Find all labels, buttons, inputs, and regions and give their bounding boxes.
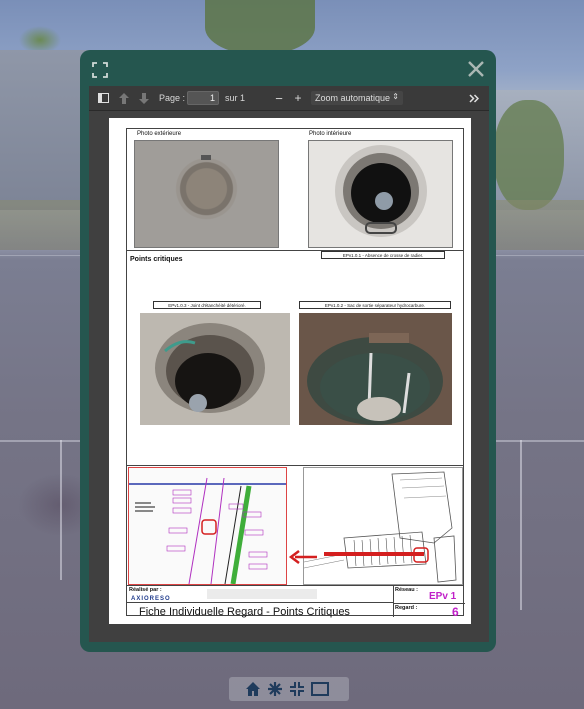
background-tree <box>494 100 564 210</box>
critical-points-title: Points critiques <box>130 256 183 263</box>
page-label: Page : <box>159 93 186 103</box>
regard-label: Regard : <box>395 605 418 611</box>
reseau-label: Réseau : <box>395 587 418 593</box>
blurred-address <box>207 589 317 599</box>
footer-divider <box>393 603 465 604</box>
window-icon[interactable] <box>311 682 329 696</box>
footer-divider <box>127 602 393 603</box>
location-plan <box>303 467 463 585</box>
zoom-select-value: Zoom automatique <box>315 93 391 103</box>
next-page-button[interactable] <box>137 90 151 106</box>
tools-button[interactable] <box>467 90 481 106</box>
photo-exterior <box>134 140 279 248</box>
sidebar-icon <box>97 93 109 103</box>
pdf-page: Photo extérieure Photo intérieure Points… <box>109 118 471 624</box>
view-controls <box>229 677 349 701</box>
home-icon[interactable] <box>245 681 261 697</box>
photo-critical-ep2 <box>299 313 452 425</box>
critical-label-ep3: EPv1.0.3 - Joint d'étanchéité détérioré. <box>153 301 261 309</box>
photo-exterior-label: Photo extérieure <box>137 131 182 137</box>
page-number-input[interactable] <box>187 91 219 105</box>
sidebar-toggle-button[interactable] <box>95 90 111 106</box>
background-tree <box>205 0 315 55</box>
sheet-title: Fiche Individuelle Regard - Points Criti… <box>139 606 350 618</box>
road-marking <box>60 440 62 580</box>
inspection-sheet: Photo extérieure Photo intérieure Points… <box>126 128 465 619</box>
close-icon[interactable] <box>466 59 486 79</box>
asterisk-icon[interactable] <box>267 681 283 697</box>
arrow-up-icon <box>119 92 129 104</box>
reseau-value: EPv 1 <box>429 591 457 602</box>
photo-interior <box>308 140 453 248</box>
double-chevron-right-icon <box>469 93 479 103</box>
previous-page-button[interactable] <box>117 90 131 106</box>
network-plan <box>128 467 287 585</box>
zoom-out-button[interactable]: − <box>273 90 285 106</box>
pdf-toolbar: Page : sur 1 − + Zoom automatique ⇕ <box>89 86 489 111</box>
section-divider <box>127 585 463 586</box>
critical-label-ep1: EPv1.0.1 - Absence de crosse de radier. <box>321 251 445 259</box>
arrow-down-icon <box>139 92 149 104</box>
exit-fullscreen-icon[interactable] <box>289 681 305 697</box>
critical-label-ep2: EPv1.0.2 - Sac de sortie séparateur hydr… <box>299 301 451 309</box>
photo-interior-label: Photo intérieure <box>309 131 352 137</box>
location-arrow <box>288 550 317 564</box>
photo-critical-ep3 <box>140 313 290 425</box>
section-divider <box>127 465 463 466</box>
footer-divider <box>393 585 394 617</box>
background-building <box>0 50 90 210</box>
realised-by-label: Réalisé par : <box>129 587 162 593</box>
pdf-viewer: Page : sur 1 − + Zoom automatique ⇕ Phot… <box>89 86 489 642</box>
document-modal: Page : sur 1 − + Zoom automatique ⇕ Phot… <box>80 50 496 652</box>
zoom-in-button[interactable]: + <box>292 90 304 106</box>
page-total: sur 1 <box>225 93 246 103</box>
regard-value: 6 <box>452 605 459 619</box>
zoom-select[interactable]: Zoom automatique ⇕ <box>311 91 403 105</box>
road-marking <box>520 440 522 610</box>
select-arrows-icon: ⇕ <box>392 92 399 101</box>
fullscreen-icon[interactable] <box>92 62 108 78</box>
